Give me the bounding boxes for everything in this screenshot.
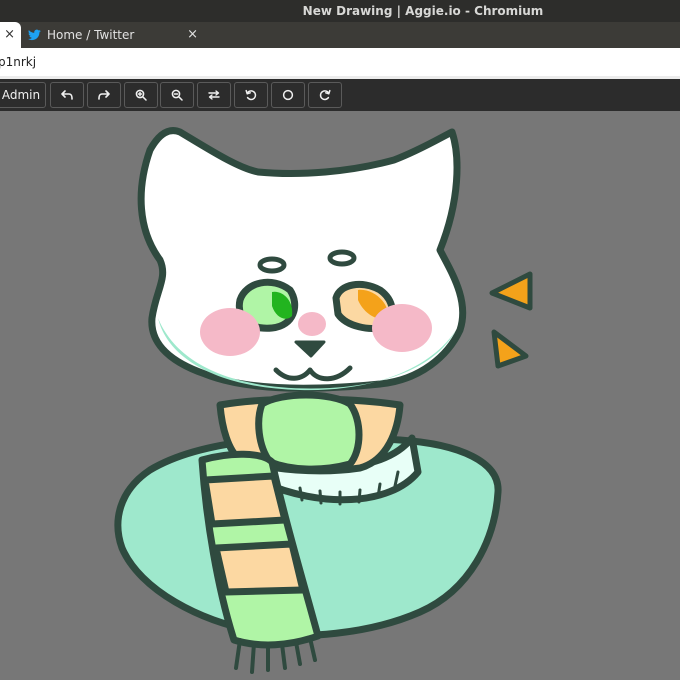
redo-icon	[98, 90, 110, 100]
rotate-right-button[interactable]	[308, 82, 342, 108]
left-cheek	[200, 308, 260, 356]
twitter-bird-icon	[28, 29, 41, 41]
window-titlebar: New Drawing | Aggie.io - Chromium	[0, 0, 680, 22]
undo-button[interactable]	[50, 82, 84, 108]
right-eyebrow	[327, 249, 357, 267]
flip-button[interactable]	[197, 82, 231, 108]
rotate-right-icon	[319, 89, 331, 101]
undo-icon	[61, 90, 73, 100]
tab-close-icon[interactable]: ×	[4, 22, 15, 48]
left-eyebrow	[257, 256, 287, 274]
rotate-left-icon	[245, 89, 257, 101]
reset-rotation-button[interactable]	[271, 82, 305, 108]
zoom-in-icon	[135, 89, 147, 101]
reset-rotation-icon	[282, 89, 294, 101]
redo-button[interactable]	[87, 82, 121, 108]
triangle-accent-2	[491, 329, 529, 369]
scarf-stripe-2	[212, 540, 307, 596]
tab-twitter[interactable]: Home / Twitter ×	[22, 22, 204, 48]
drawing-toolbar: Admin	[0, 79, 680, 111]
admin-button[interactable]: Admin	[0, 82, 46, 108]
zoom-out-button[interactable]	[160, 82, 194, 108]
rotate-left-button[interactable]	[234, 82, 268, 108]
nose-blush	[298, 312, 326, 336]
scarf-knot	[255, 391, 363, 473]
url-text[interactable]: p1nrkj	[0, 48, 36, 76]
flip-icon	[208, 90, 220, 100]
right-cheek	[372, 304, 432, 352]
tab-close-icon[interactable]: ×	[187, 22, 198, 48]
cat-drawing	[114, 127, 533, 674]
tab-twitter-label: Home / Twitter	[47, 28, 135, 42]
tab-current[interactable]: ×	[0, 22, 21, 48]
window-title: New Drawing | Aggie.io - Chromium	[302, 4, 544, 18]
zoom-out-icon	[171, 89, 183, 101]
address-bar[interactable]: p1nrkj	[0, 48, 680, 76]
tab-bar: × Home / Twitter × +	[0, 22, 680, 67]
zoom-in-button[interactable]	[124, 82, 158, 108]
scarf-stripe-1	[201, 472, 289, 528]
drawing-canvas[interactable]	[0, 111, 680, 680]
triangle-accent-1	[489, 271, 533, 311]
